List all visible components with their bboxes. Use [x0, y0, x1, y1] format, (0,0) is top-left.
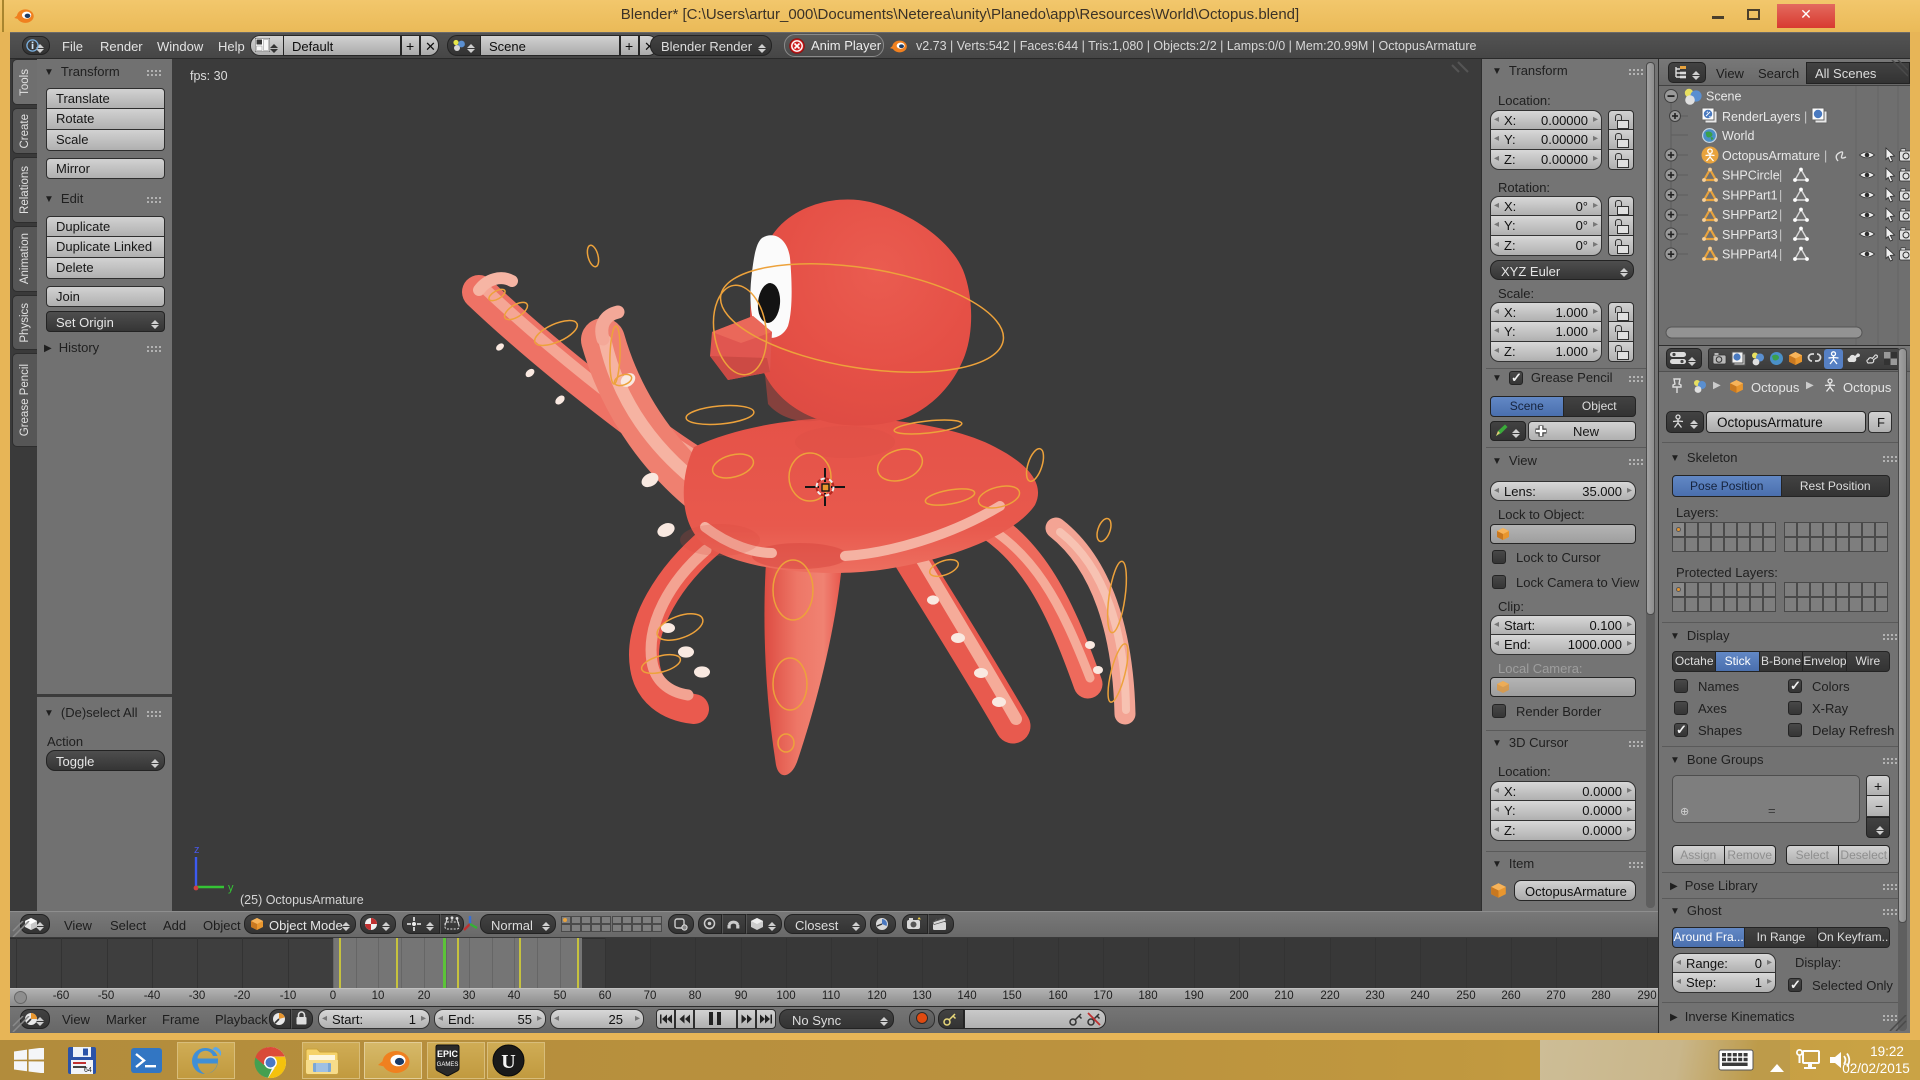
- svg-text:y: y: [228, 882, 234, 894]
- svg-text:OctopusArmature: OctopusArmature: [1722, 149, 1820, 163]
- svg-text:|: |: [1779, 208, 1782, 222]
- svg-text:EPIC: EPIC: [437, 1049, 459, 1059]
- svg-text:SHPPart2: SHPPart2: [1722, 208, 1778, 222]
- svg-text:World: World: [1722, 129, 1754, 143]
- svg-text:SHPPart4: SHPPart4: [1722, 248, 1778, 262]
- svg-text:z: z: [194, 845, 200, 856]
- svg-text:|: |: [1779, 248, 1782, 262]
- svg-text:Scene: Scene: [1706, 90, 1741, 104]
- svg-text:RenderLayers: RenderLayers: [1722, 110, 1801, 124]
- svg-text:64: 64: [84, 1067, 92, 1074]
- svg-text:SHPPart3: SHPPart3: [1722, 228, 1778, 242]
- svg-text:|: |: [1779, 188, 1782, 202]
- svg-text:|: |: [1779, 169, 1782, 183]
- svg-text:GAMES: GAMES: [437, 1062, 459, 1068]
- svg-text:|: |: [1779, 228, 1782, 242]
- svg-text:SHPCircle: SHPCircle: [1722, 169, 1780, 183]
- svg-text:U: U: [501, 1051, 515, 1073]
- svg-text:|: |: [1824, 149, 1827, 163]
- svg-text:SHPPart1: SHPPart1: [1722, 188, 1778, 202]
- svg-text:|: |: [1804, 110, 1807, 124]
